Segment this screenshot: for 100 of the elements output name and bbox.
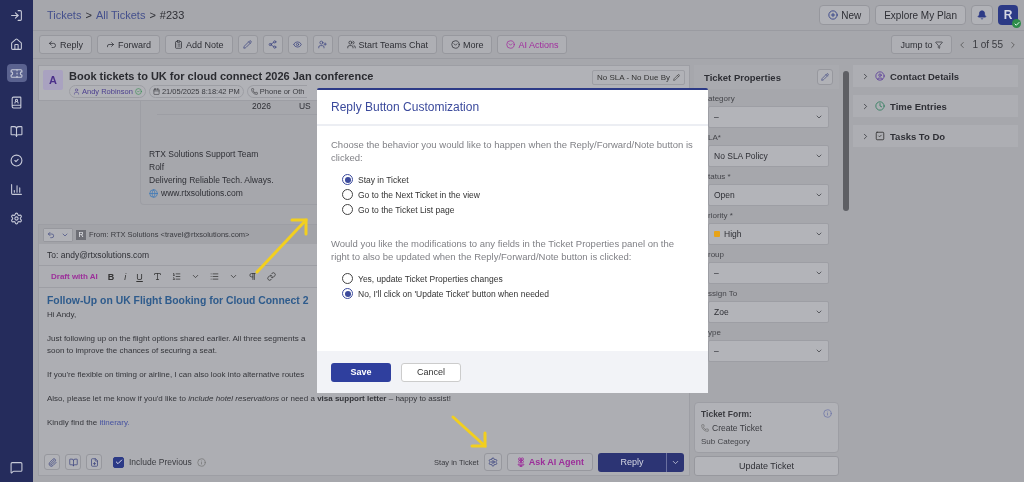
share-button[interactable] [262,35,283,54]
link-icon[interactable] [266,272,276,281]
table-cell-text: 2026 [252,101,271,113]
form-label: Ticket Form: [701,409,752,419]
radio-option[interactable]: Yes, update Ticket Properties changes [342,273,694,284]
caret-icon[interactable] [228,272,238,281]
new-button[interactable]: New [819,5,871,25]
signature-line: Rolf [149,162,166,172]
pager-text: 1 of 55 [972,39,1003,50]
format-button[interactable]: i [124,271,127,282]
add-user-button[interactable] [312,35,333,54]
checkmark-icon [114,458,123,466]
button-icon [506,40,516,49]
radio-option[interactable]: Stay in Ticket [342,174,694,185]
reply-icon-button[interactable] [44,228,58,241]
paperclip-icon [47,457,57,467]
section-header[interactable]: Tasks To Do [853,125,1018,147]
nav-glyph-icon [10,95,23,109]
bullet-list-icon[interactable] [209,272,219,281]
cancel-button[interactable]: Cancel [401,362,461,382]
view-button[interactable] [287,35,308,54]
scrollbar[interactable] [843,71,849,211]
text-size-icon[interactable] [152,272,162,281]
toolbar-button[interactable]: More [441,35,493,54]
website-link[interactable]: www.rtxsolutions.com [161,188,243,198]
nav-glyph-icon [10,8,23,22]
settings-icon [487,457,498,467]
format-button[interactable]: U [136,271,143,282]
select-field[interactable]: – [708,262,829,284]
section-header[interactable]: Contact Details [853,65,1018,87]
toolbar-button[interactable]: Reply [39,35,92,54]
toolbar-button[interactable]: Add Note [165,35,233,54]
itinerary-link[interactable]: itinerary. [99,418,130,427]
breadcrumb-current: #233 [159,9,185,21]
insert-file-button[interactable] [86,454,102,470]
select-field[interactable]: – [708,340,829,362]
nav-glyph-icon [10,124,23,138]
ticket-title: Book tickets to UK for cloud connect 2026 Jan conference [69,70,375,82]
format-button[interactable]: B [107,271,115,282]
nav-glyph-icon [10,66,23,80]
section-header[interactable]: Time Entries [853,95,1018,117]
dialog-title: Reply Button Customization [317,90,708,126]
toolbar-button[interactable]: Start Teams Chat [337,35,437,54]
reply-button[interactable]: Reply [598,452,666,472]
check-circle-icon [134,88,142,95]
select-field[interactable]: High [708,223,829,245]
include-previous-checkbox[interactable] [113,456,124,468]
email-text: If you're flexible on timing or airline, I can also look into alternative routes [47,369,305,381]
eye-icon [293,40,303,49]
reply-mode-control[interactable] [43,227,73,242]
toolbar-button[interactable]: Forward [97,35,161,54]
pencil-icon [673,74,680,81]
select-field[interactable]: Zoe [708,301,829,323]
select-field[interactable]: No SLA Policy [708,145,829,167]
requester-avatar: A [43,70,63,90]
save-button[interactable]: Save [331,362,391,382]
caret-icon[interactable] [190,272,200,281]
file-plus-icon [89,457,99,467]
caret-icon [815,152,823,160]
radio-option[interactable]: No, I'll click on 'Update Ticket' button when needed [342,288,694,299]
email-heading: Follow-Up on UK Flight Booking for Cloud Connect 2 [47,295,309,306]
table-cell-text: US [298,101,311,113]
paragraph-icon[interactable] [247,272,257,281]
question-text: Choose the behavior you would like to happen when the Reply/Forward/Note button is clicked: [331,138,694,164]
update-ticket-button[interactable]: Update Ticket [694,456,839,476]
edit-button[interactable] [817,69,833,85]
field-label: LA* [708,133,722,142]
attach-button[interactable] [44,454,60,470]
numbered-list-icon[interactable] [171,272,181,281]
nav-glyph-icon [10,153,23,167]
ticket-icon[interactable] [6,64,27,82]
signature-line: RTX Solutions Support Team [149,149,260,159]
next-button[interactable] [1008,39,1018,50]
breadcrumb-link[interactable]: Tickets [47,9,82,21]
notifications-button[interactable] [971,5,993,25]
reply-icon [47,230,55,239]
radio-option[interactable]: Go to the Ticket List page [342,204,694,215]
reply-options-button[interactable] [666,452,684,472]
settings-button[interactable] [483,453,502,471]
arrow-annotation [255,218,308,274]
jump-to-button[interactable]: Jump to [891,35,953,54]
nav-glyph-icon [10,211,23,225]
tasks-icon [875,131,885,141]
select-field[interactable]: – [708,106,829,128]
radio-option[interactable]: Go to the Next Ticket in the view [342,189,694,200]
explore-plan-button[interactable]: Explore My Plan [875,5,966,25]
edit-button[interactable] [237,35,258,54]
select-field[interactable]: Open [708,184,829,206]
field-label: Sub Category [701,437,751,446]
breadcrumb-link[interactable]: All Tickets [95,9,146,21]
breadcrumb-separator: > [85,9,92,21]
caret-icon [815,191,823,199]
sla-button[interactable]: No SLA - No Due By [592,70,685,85]
field-label: riority * [708,211,734,220]
user-avatar[interactable]: R [998,5,1018,25]
user-plus-icon [318,40,328,49]
breadcrumb-separator: > [149,9,156,21]
info-icon [196,457,206,467]
knowledge-button[interactable] [65,454,81,470]
email-text: Just following up on the flight options shared earlier. All three segments a [47,333,306,345]
